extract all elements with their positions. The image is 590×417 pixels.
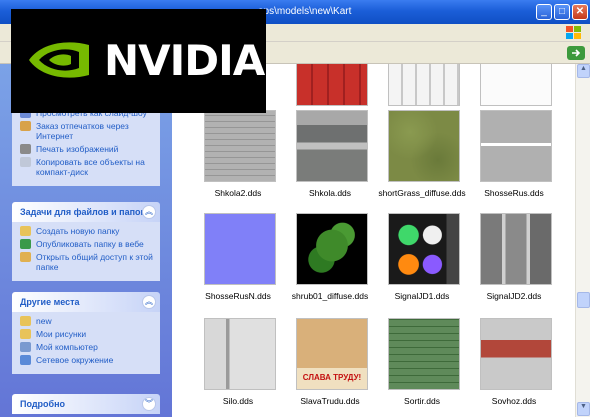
task-link-label: Сетевое окружение bbox=[36, 355, 114, 365]
close-button[interactable]: ✕ bbox=[572, 4, 588, 20]
printer-icon bbox=[20, 144, 31, 154]
file-name: ShosseRus.dds bbox=[484, 188, 544, 198]
file-thumbnail[interactable] bbox=[296, 64, 368, 106]
task-link[interactable]: Печать изображений bbox=[20, 144, 154, 154]
file-name: SignalJD1.dds bbox=[394, 291, 450, 301]
file-name: Sortir.dds bbox=[404, 396, 440, 406]
file-thumbnail[interactable] bbox=[388, 213, 460, 285]
task-link-label: Открыть общий доступ к этой папке bbox=[36, 252, 153, 272]
task-link-label: Создать новую папку bbox=[36, 226, 120, 236]
file-tasks-title: Задачи для файлов и папок bbox=[20, 207, 146, 217]
scroll-up-button[interactable]: ▲ bbox=[577, 64, 590, 78]
task-link[interactable]: Опубликовать папку в вебе bbox=[20, 239, 154, 249]
task-link[interactable]: Копировать все объекты на компакт-диск bbox=[20, 157, 154, 177]
other-places-panel: Другие места ︽ new Мои рисунки Мой компьют… bbox=[12, 292, 160, 374]
file-thumbnail[interactable] bbox=[480, 64, 552, 106]
file-thumbnail[interactable] bbox=[204, 318, 276, 390]
file-name: Sovhoz.dds bbox=[491, 396, 537, 406]
minimize-button[interactable]: _ bbox=[536, 4, 552, 20]
expand-chevron-icon[interactable]: ︾ bbox=[142, 397, 156, 411]
file-name: Silo.dds bbox=[222, 396, 254, 406]
file-tasks-panel: Задачи для файлов и папок ︽ Создать нову… bbox=[12, 202, 160, 281]
windows-logo-icon bbox=[566, 26, 582, 40]
scroll-down-button[interactable]: ▼ bbox=[577, 402, 590, 416]
details-header[interactable]: Подробно ︾ bbox=[12, 394, 160, 414]
task-link[interactable]: Сетевое окружение bbox=[20, 355, 154, 365]
file-view: ShipBort.ddsShipRubka.ddsShipTruba.pngSh… bbox=[172, 64, 575, 417]
file-tasks-header[interactable]: Задачи для файлов и папок ︽ bbox=[12, 202, 160, 222]
my-pictures-icon bbox=[20, 329, 31, 339]
task-pane: Просмотреть как слайд-шоу Заказ отпечатко… bbox=[0, 64, 172, 417]
vertical-scrollbar[interactable]: ▲ ▼ bbox=[575, 64, 590, 417]
file-thumbnail[interactable] bbox=[480, 110, 552, 182]
task-link-label: new bbox=[36, 316, 52, 326]
file-name: Shkola2.dds bbox=[214, 188, 262, 198]
nvidia-logo: NVIDIA bbox=[11, 9, 266, 113]
new-folder-icon bbox=[20, 226, 31, 236]
file-thumbnail[interactable] bbox=[204, 110, 276, 182]
other-places-header[interactable]: Другие места ︽ bbox=[12, 292, 160, 312]
file-name: SignalJD2.dds bbox=[486, 291, 542, 301]
file-name: ShosseRusN.dds bbox=[205, 291, 271, 301]
go-arrow-icon[interactable] bbox=[566, 45, 586, 61]
maximize-button[interactable]: □ bbox=[554, 4, 570, 20]
file-thumbnail[interactable] bbox=[296, 213, 368, 285]
file-name: shortGrass_diffuse.dds bbox=[378, 188, 466, 198]
other-places-title: Другие места bbox=[20, 297, 80, 307]
nvidia-wordmark: NVIDIA bbox=[104, 36, 265, 85]
file-thumbnail[interactable] bbox=[388, 110, 460, 182]
task-link-label: Мой компьютер bbox=[36, 342, 98, 352]
task-link[interactable]: Создать новую папку bbox=[20, 226, 154, 236]
nvidia-eye-icon bbox=[29, 42, 89, 78]
file-name: shrub01_diffuse.dds bbox=[291, 291, 369, 301]
cd-copy-icon bbox=[20, 157, 31, 167]
task-link[interactable]: Открыть общий доступ к этой папке bbox=[20, 252, 154, 272]
file-thumbnail[interactable] bbox=[296, 110, 368, 182]
collapse-chevron-icon[interactable]: ︽ bbox=[142, 205, 156, 219]
folder-icon bbox=[20, 316, 31, 326]
task-link-label: Заказ отпечатков через Интернет bbox=[36, 121, 129, 141]
task-link[interactable]: new bbox=[20, 316, 154, 326]
network-icon bbox=[20, 355, 31, 365]
task-link[interactable]: Мой компьютер bbox=[20, 342, 154, 352]
share-folder-icon bbox=[20, 252, 31, 262]
file-name: SlavaTrudu.dds bbox=[300, 396, 360, 406]
details-title: Подробно bbox=[20, 399, 66, 409]
task-link-label: Печать изображений bbox=[36, 144, 119, 154]
file-thumbnail[interactable] bbox=[204, 213, 276, 285]
file-thumbnail[interactable] bbox=[480, 213, 552, 285]
order-prints-icon bbox=[20, 121, 31, 131]
scroll-thumb[interactable] bbox=[577, 292, 590, 308]
task-link-label: Опубликовать папку в вебе bbox=[36, 239, 144, 249]
file-name: Shkola.dds bbox=[308, 188, 352, 198]
file-thumbnail[interactable] bbox=[480, 318, 552, 390]
task-link-label: Копировать все объекты на компакт-диск bbox=[36, 157, 145, 177]
collapse-chevron-icon[interactable]: ︽ bbox=[142, 295, 156, 309]
task-link[interactable]: Мои рисунки bbox=[20, 329, 154, 339]
poster-caption: СЛАВА ТРУДУ! bbox=[302, 373, 362, 382]
window-title: aps\models\new\Kart bbox=[258, 6, 352, 17]
my-computer-icon bbox=[20, 342, 31, 352]
globe-icon bbox=[20, 239, 31, 249]
file-thumbnail[interactable] bbox=[388, 64, 460, 106]
details-panel: Подробно ︾ bbox=[12, 394, 160, 414]
picture-tasks-panel: Просмотреть как слайд-шоу Заказ отпечатко… bbox=[12, 104, 160, 186]
file-thumbnail[interactable] bbox=[388, 318, 460, 390]
file-thumbnail[interactable]: СЛАВА ТРУДУ! bbox=[296, 318, 368, 390]
task-link-label: Мои рисунки bbox=[36, 329, 87, 339]
task-link[interactable]: Заказ отпечатков через Интернет bbox=[20, 121, 154, 141]
